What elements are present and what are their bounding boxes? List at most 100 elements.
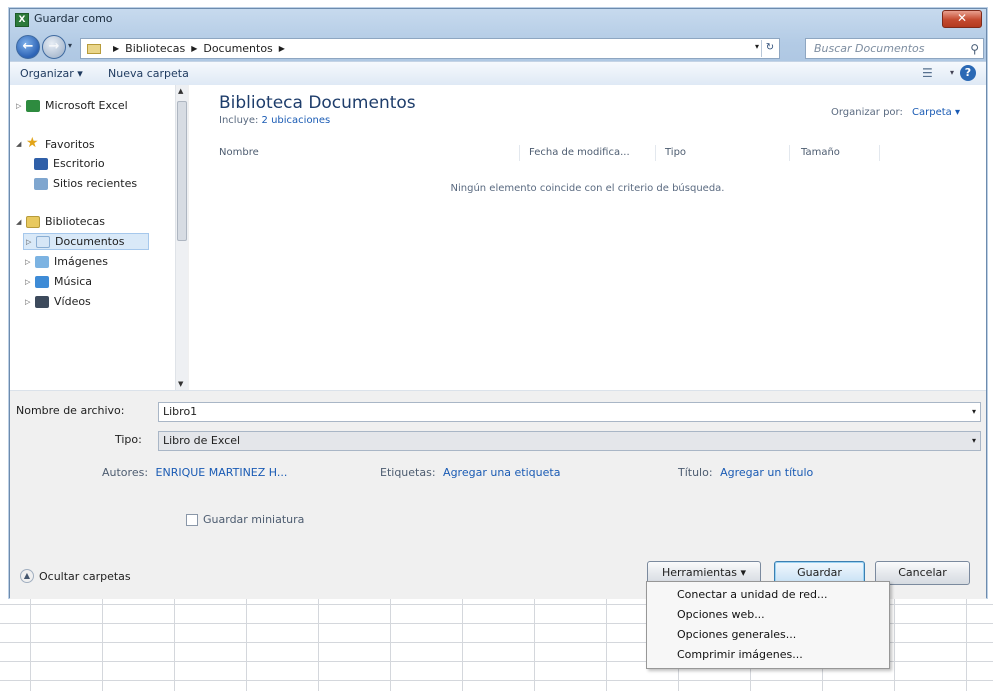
navigation-scrollbar[interactable]: ▲ ▼ bbox=[175, 85, 188, 390]
excel-icon bbox=[26, 99, 40, 112]
star-icon: ★ bbox=[26, 135, 39, 151]
empty-results-message: Ningún elemento coincide con el criterio… bbox=[450, 183, 725, 194]
save-as-dialog: X Guardar como ✕ ← → ▾ ▶ Bibliotecas ▶ D… bbox=[9, 8, 987, 599]
expand-arrow-icon[interactable]: ▷ bbox=[25, 298, 35, 306]
collapse-arrow-icon[interactable]: ◢ bbox=[16, 140, 26, 148]
filename-field[interactable]: Libro1 ▾ bbox=[158, 402, 981, 422]
save-thumbnail-label: Guardar miniatura bbox=[203, 513, 305, 526]
documents-icon bbox=[36, 235, 50, 248]
sidebar-item-favoritos[interactable]: ◢ ★ Favoritos bbox=[16, 135, 95, 151]
recent-places-icon bbox=[34, 177, 48, 190]
sidebar-item-videos[interactable]: ▷ Vídeos bbox=[25, 295, 91, 308]
refresh-icon[interactable]: ↻ bbox=[761, 40, 778, 57]
menu-item-compress-images[interactable]: Comprimir imágenes... bbox=[647, 645, 889, 665]
tools-dropdown-menu: Conectar a unidad de red... Opciones web… bbox=[646, 581, 890, 669]
type-label: Tipo: bbox=[115, 433, 142, 446]
excel-app-icon: X bbox=[15, 13, 29, 27]
sidebar-item-escritorio[interactable]: Escritorio bbox=[34, 157, 105, 170]
sidebar-item-microsoft-excel[interactable]: ▷ Microsoft Excel bbox=[16, 99, 128, 112]
expand-arrow-icon[interactable]: ▷ bbox=[16, 102, 26, 110]
column-divider[interactable] bbox=[519, 145, 520, 161]
filename-label: Nombre de archivo: bbox=[16, 404, 125, 417]
sidebar-item-musica[interactable]: ▷ Música bbox=[25, 275, 92, 288]
sidebar-item-label: Favoritos bbox=[45, 137, 95, 151]
file-list-area: Biblioteca Documentos Incluye: 2 ubicaci… bbox=[189, 85, 986, 390]
music-icon bbox=[35, 275, 49, 288]
expand-arrow-icon[interactable]: ▷ bbox=[25, 278, 35, 286]
column-divider[interactable] bbox=[655, 145, 656, 161]
title-meta: Título: Agregar un título bbox=[678, 466, 813, 479]
file-type-select[interactable]: Libro de Excel ▾ bbox=[158, 431, 981, 451]
address-bar[interactable]: ▶ Bibliotecas ▶ Documentos ▶ ▾ ↻ bbox=[80, 38, 780, 59]
title-label: Título: bbox=[678, 466, 713, 479]
organize-by-dropdown[interactable]: Carpeta ▾ bbox=[912, 107, 960, 118]
save-thumbnail-checkbox[interactable] bbox=[186, 514, 198, 526]
file-type-dropdown-icon[interactable]: ▾ bbox=[972, 432, 976, 450]
expand-arrow-icon[interactable]: ▷ bbox=[26, 238, 36, 246]
menu-item-web-options[interactable]: Opciones web... bbox=[647, 605, 889, 625]
title-value[interactable]: Agregar un título bbox=[720, 466, 813, 479]
chevron-right-icon[interactable]: ▶ bbox=[191, 44, 197, 53]
column-header-size[interactable]: Tamaño bbox=[801, 147, 840, 158]
breadcrumb-documentos[interactable]: Documentos bbox=[203, 42, 272, 55]
scrollbar-thumb[interactable] bbox=[177, 101, 187, 241]
column-divider[interactable] bbox=[879, 145, 880, 161]
sidebar-item-label: Sitios recientes bbox=[53, 177, 138, 190]
search-input[interactable]: Buscar Documentos ⚲ bbox=[805, 38, 984, 59]
chevron-right-icon[interactable]: ▶ bbox=[113, 44, 119, 53]
help-icon[interactable]: ? bbox=[960, 65, 976, 81]
hide-folders-toggle[interactable]: ▲ Ocultar carpetas bbox=[20, 569, 131, 583]
organize-menu-button[interactable]: Organizar ▾ bbox=[20, 67, 83, 80]
sidebar-item-bibliotecas[interactable]: ◢ Bibliotecas bbox=[16, 215, 105, 228]
command-toolbar: Organizar ▾ Nueva carpeta ☰ ▾ ? bbox=[10, 61, 986, 85]
recent-pages-dropdown[interactable]: ▾ bbox=[68, 41, 72, 50]
view-options-icon[interactable]: ☰ bbox=[922, 66, 940, 80]
new-folder-button[interactable]: Nueva carpeta bbox=[108, 67, 189, 80]
breadcrumb-bibliotecas[interactable]: Bibliotecas bbox=[125, 42, 185, 55]
address-dropdown-icon[interactable]: ▾ bbox=[755, 42, 759, 51]
close-button[interactable]: ✕ bbox=[942, 10, 982, 28]
view-dropdown-icon[interactable]: ▾ bbox=[950, 68, 954, 77]
search-placeholder: Buscar Documentos bbox=[814, 42, 925, 55]
chevron-right-icon[interactable]: ▶ bbox=[279, 44, 285, 53]
sidebar-item-label: Vídeos bbox=[54, 295, 91, 308]
forward-button[interactable]: → bbox=[42, 35, 66, 59]
filename-value: Libro1 bbox=[163, 405, 198, 418]
menu-item-general-options[interactable]: Opciones generales... bbox=[647, 625, 889, 645]
library-title: Biblioteca Documentos bbox=[219, 93, 416, 113]
sidebar-item-imagenes[interactable]: ▷ Imágenes bbox=[25, 255, 108, 268]
navigation-row: ← → ▾ ▶ Bibliotecas ▶ Documentos ▶ ▾ ↻ B… bbox=[10, 33, 986, 61]
expand-arrow-icon[interactable]: ▷ bbox=[25, 258, 35, 266]
folder-icon bbox=[87, 43, 101, 54]
sidebar-item-documentos[interactable]: ▷ Documentos bbox=[23, 233, 150, 250]
authors-meta: Autores: ENRIQUE MARTINEZ H... bbox=[102, 466, 287, 479]
filename-dropdown-icon[interactable]: ▾ bbox=[972, 403, 976, 421]
back-button[interactable]: ← bbox=[16, 35, 40, 59]
menu-item-connect-network-drive[interactable]: Conectar a unidad de red... bbox=[647, 585, 889, 605]
libraries-icon bbox=[26, 215, 40, 228]
title-bar: X Guardar como ✕ ← → ▾ ▶ Bibliotecas ▶ D… bbox=[10, 9, 986, 85]
includes-locations-link[interactable]: 2 ubicaciones bbox=[262, 115, 331, 126]
chevron-up-icon: ▲ bbox=[20, 569, 34, 583]
column-header-name[interactable]: Nombre bbox=[219, 147, 259, 158]
column-header-type[interactable]: Tipo bbox=[665, 147, 686, 158]
desktop-icon bbox=[34, 157, 48, 170]
sidebar-item-label: Bibliotecas bbox=[45, 215, 106, 228]
videos-icon bbox=[35, 295, 49, 308]
hide-folders-label: Ocultar carpetas bbox=[39, 569, 131, 583]
file-type-value: Libro de Excel bbox=[163, 434, 241, 447]
sidebar-item-sitios-recientes[interactable]: Sitios recientes bbox=[34, 177, 137, 190]
tags-meta: Etiquetas: Agregar una etiqueta bbox=[380, 466, 560, 479]
scroll-up-icon[interactable]: ▲ bbox=[178, 87, 183, 95]
tags-value[interactable]: Agregar una etiqueta bbox=[443, 466, 560, 479]
includes-label: Incluye: bbox=[219, 115, 259, 126]
column-header-date[interactable]: Fecha de modifica... bbox=[529, 147, 630, 158]
sidebar-item-label: Escritorio bbox=[53, 157, 105, 170]
scroll-down-icon[interactable]: ▼ bbox=[178, 380, 183, 388]
collapse-arrow-icon[interactable]: ◢ bbox=[16, 218, 26, 226]
authors-value[interactable]: ENRIQUE MARTINEZ H... bbox=[156, 466, 288, 479]
column-divider[interactable] bbox=[789, 145, 790, 161]
search-icon[interactable]: ⚲ bbox=[970, 40, 979, 59]
authors-label: Autores: bbox=[102, 466, 149, 479]
save-options-panel: Nombre de archivo: Libro1 ▾ Tipo: Libro … bbox=[10, 390, 986, 599]
